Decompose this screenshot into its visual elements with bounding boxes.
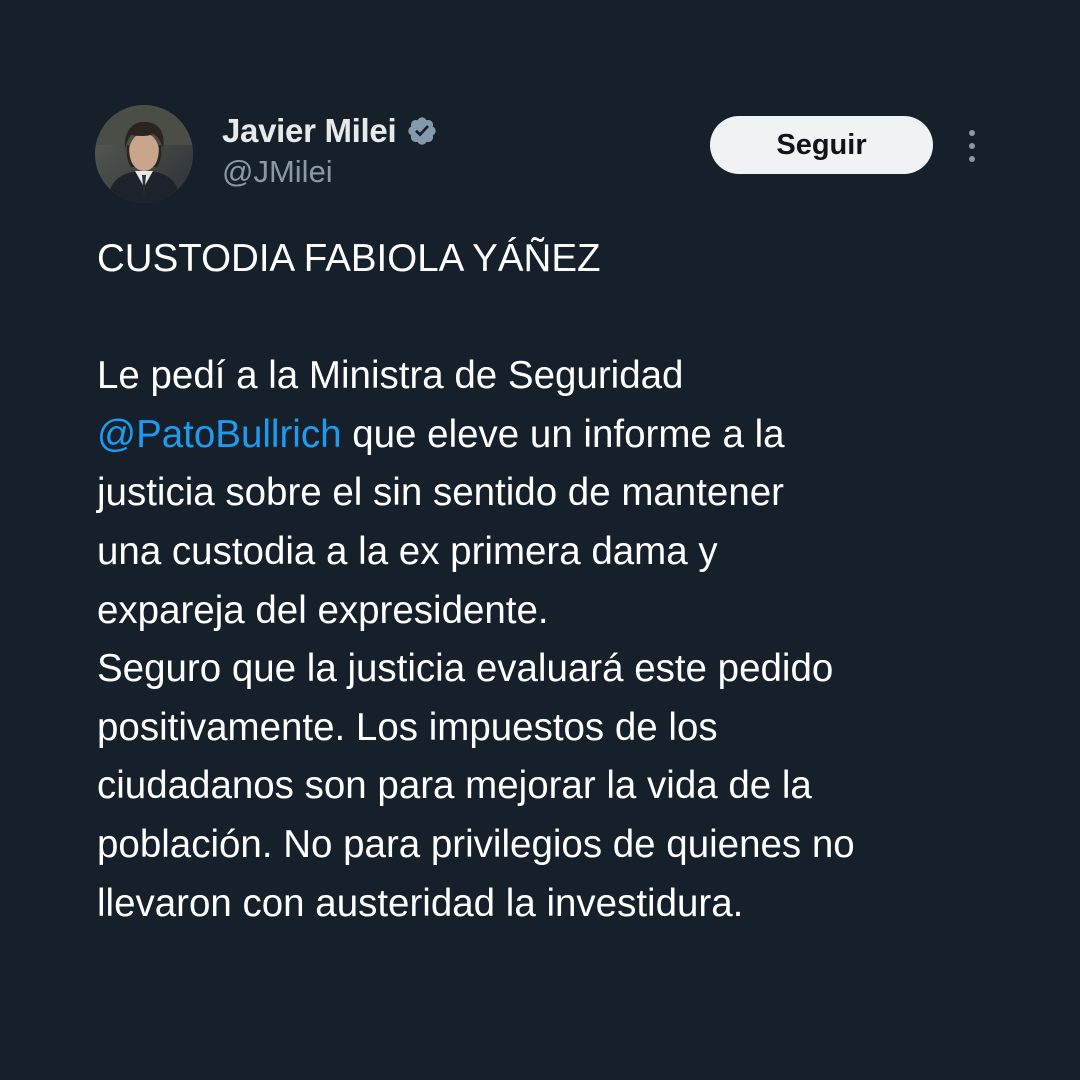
tweet-line: positivamente. Los impuestos de los (97, 705, 718, 749)
tweet-text: CUSTODIA FABIOLA YÁÑEZ Le pedí a la Mini… (97, 230, 1037, 933)
avatar[interactable] (95, 105, 193, 203)
avatar-image (95, 105, 193, 203)
follow-button[interactable]: Seguir (710, 116, 933, 174)
author-name-row: Javier Milei (222, 110, 438, 152)
tweet-line: Seguro que la justicia evaluará este ped… (97, 647, 834, 691)
tweet-line: ciudadanos son para mejorar la vida de l… (97, 764, 812, 808)
more-vertical-icon[interactable] (958, 126, 986, 166)
more-dot (969, 130, 975, 136)
tweet-line: expareja del expresidente. (97, 588, 549, 632)
tweet-line: Le pedí a la Ministra de Seguridad (97, 354, 684, 398)
tweet-line: llevaron con austeridad la investidura. (97, 881, 744, 925)
tweet-card: Javier Milei @JMilei Seguir CUSTODIA FAB… (0, 0, 1080, 1080)
author-handle[interactable]: @JMilei (222, 154, 333, 190)
tweet-line: justicia sobre el sin sentido de mantene… (97, 471, 784, 515)
tweet-title-line: CUSTODIA FABIOLA YÁÑEZ (97, 237, 601, 280)
tweet-line: una custodia a la ex primera dama y (97, 529, 718, 573)
verified-badge-icon[interactable] (406, 115, 438, 147)
tweet-line: población. No para privilegios de quiene… (97, 822, 855, 866)
tweet-line-text: que eleve un informe a la (352, 412, 785, 456)
display-name[interactable]: Javier Milei (222, 112, 397, 150)
tweet-line-with-mention: @PatoBullrich que eleve un informe a la (97, 406, 1037, 465)
more-dot (969, 156, 975, 162)
mention-link[interactable]: @PatoBullrich (97, 413, 342, 456)
more-dot (969, 143, 975, 149)
